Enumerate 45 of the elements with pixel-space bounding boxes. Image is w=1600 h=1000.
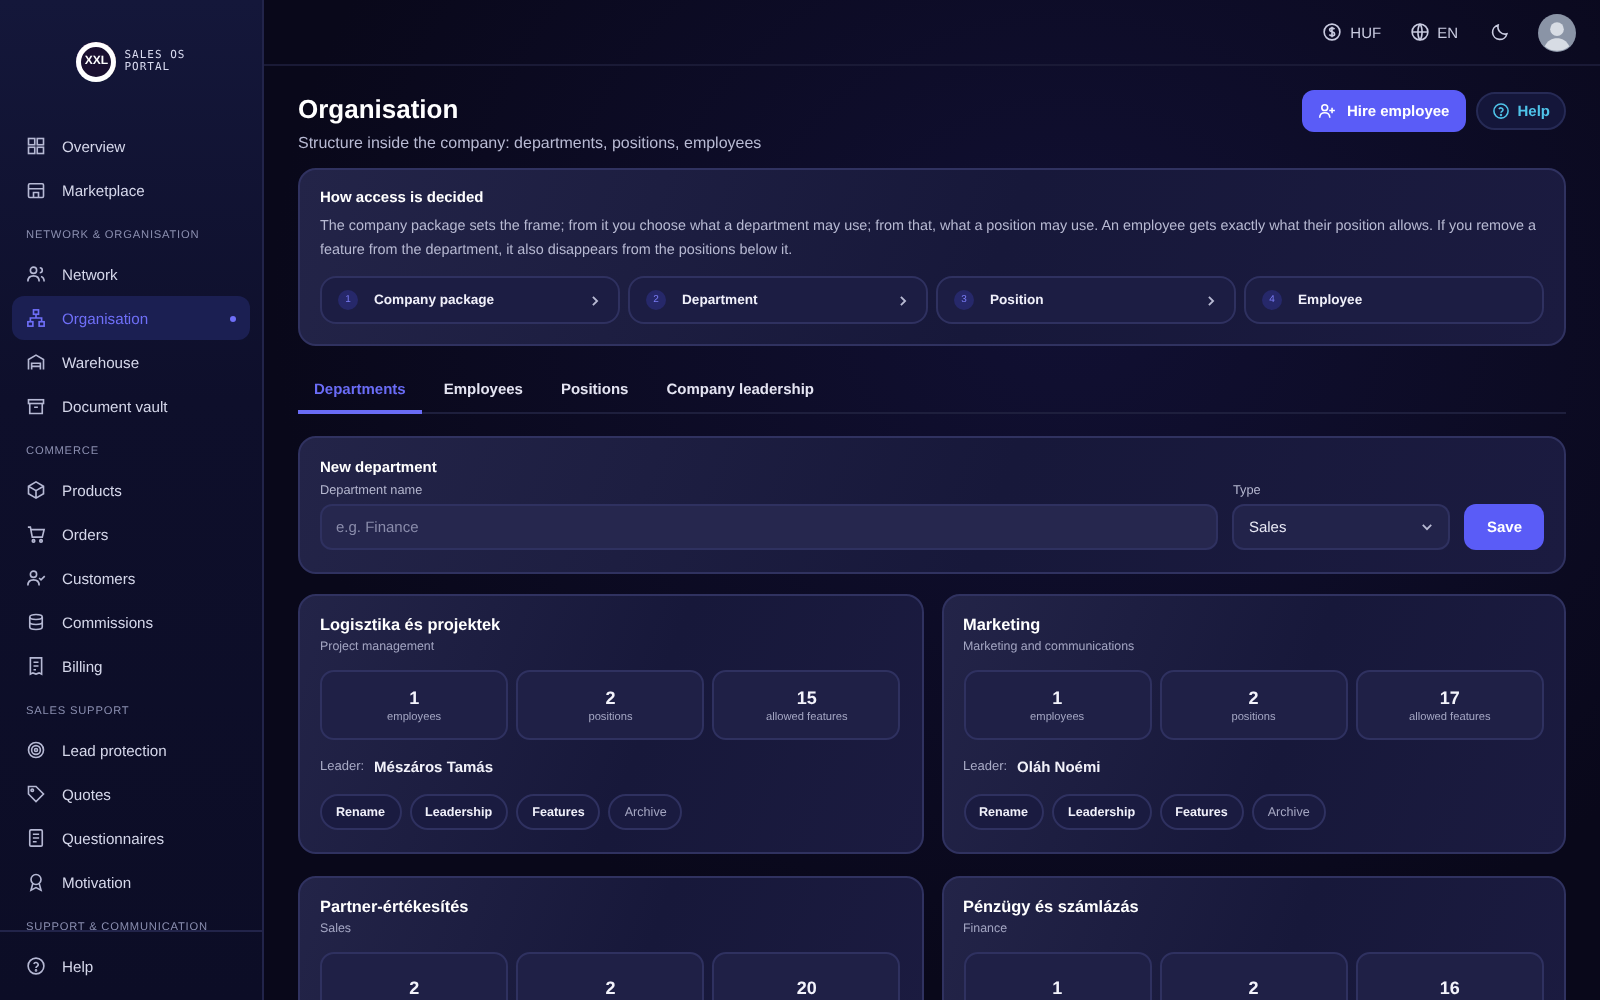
user-plus-icon <box>1318 102 1337 120</box>
help-icon <box>1491 102 1510 120</box>
department-name: Marketing <box>963 616 1043 634</box>
dollar-icon <box>1322 22 1343 42</box>
box-icon <box>26 480 46 500</box>
chevron-down-icon <box>1420 520 1435 534</box>
stat-value: 1 <box>1052 687 1063 707</box>
tag-icon <box>26 784 46 804</box>
chevron-right-icon <box>588 293 602 307</box>
archive-icon <box>26 396 46 416</box>
globe-icon <box>1409 22 1430 42</box>
usercheck-icon <box>26 568 46 588</box>
form-icon <box>26 828 46 848</box>
store-icon <box>26 180 46 200</box>
stat-value: 1 <box>409 687 420 707</box>
cart-icon <box>26 524 46 544</box>
active-dot <box>230 315 236 321</box>
stat-value: 2 <box>409 977 420 997</box>
stat-value: 2 <box>605 687 616 707</box>
stat-value: 1 <box>1052 977 1063 997</box>
stat-value: 2 <box>605 977 616 997</box>
stat-value: 16 <box>1439 977 1460 997</box>
award-icon <box>26 872 46 892</box>
coins-icon <box>26 612 46 632</box>
chevron-right-icon <box>896 293 910 307</box>
moon-icon[interactable] <box>1490 22 1510 42</box>
target-icon <box>26 740 46 760</box>
receipt-icon <box>26 656 46 676</box>
stat-value: 17 <box>1439 687 1460 707</box>
tree-icon <box>26 308 46 328</box>
department-name: Logisztika és projektek <box>320 616 503 634</box>
stat-value: 2 <box>1248 687 1259 707</box>
stat-value: 20 <box>796 977 817 997</box>
help-icon <box>26 956 46 976</box>
chevron-right-icon <box>1204 293 1218 307</box>
stat-value: 2 <box>1248 977 1259 997</box>
stat-value: 15 <box>796 687 817 707</box>
avatar[interactable] <box>1538 13 1576 51</box>
warehouse-icon <box>26 352 46 372</box>
department-name: Partner-értékesítés <box>320 898 471 916</box>
page-title: Organisation <box>298 94 461 124</box>
users-icon <box>26 264 46 284</box>
department-name: Pénzügy és számlázás <box>963 898 1141 916</box>
grid-icon <box>26 136 46 156</box>
page-subtitle: Structure inside the company: departments, positions, employees <box>298 134 762 152</box>
